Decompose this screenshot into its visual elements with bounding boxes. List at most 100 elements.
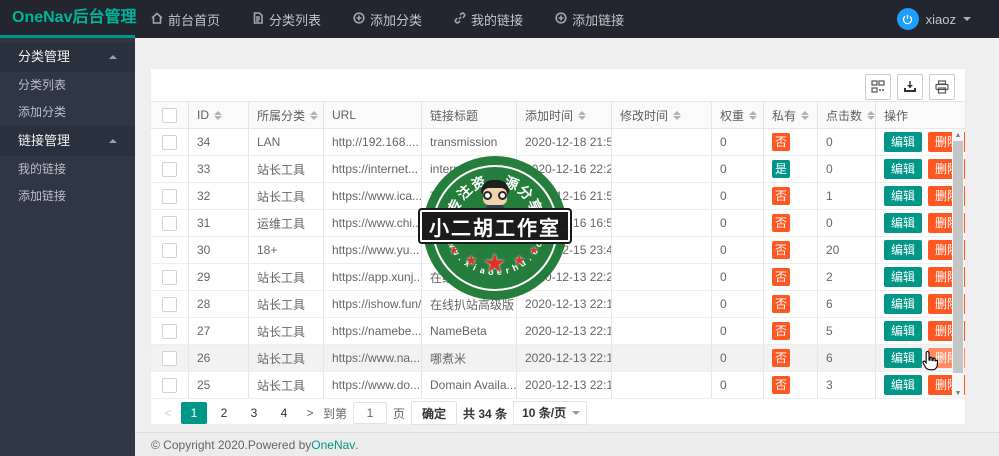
header-cell-所属分类[interactable]: 所属分类 [249, 102, 324, 128]
scroll-up-icon[interactable]: ▲ [952, 129, 964, 141]
page-button-4[interactable]: 4 [271, 402, 297, 424]
user-menu[interactable]: xiaoz [896, 8, 999, 30]
nav-item-label: 添加链接 [572, 12, 625, 28]
row-checkbox[interactable] [162, 269, 177, 285]
column-label: ID [197, 108, 209, 122]
row-checkbox[interactable] [162, 161, 177, 177]
sidebar-item-我的链接[interactable]: 我的链接 [0, 156, 135, 183]
header-cell-ID[interactable]: ID [189, 102, 249, 128]
edit-button[interactable]: 编辑 [884, 213, 923, 233]
edit-button[interactable]: 编辑 [884, 294, 923, 314]
sort-icon[interactable] [749, 110, 758, 120]
cell-category: LAN [249, 129, 324, 155]
select-all-checkbox[interactable] [162, 107, 177, 123]
edit-button[interactable]: 编辑 [884, 267, 923, 287]
nav-item-我的链接[interactable]: 我的链接 [438, 0, 539, 38]
header-cell-添加时间[interactable]: 添加时间 [517, 102, 612, 128]
footer-brand-link[interactable]: OneNav [311, 438, 355, 452]
sort-icon[interactable] [867, 110, 875, 120]
header-cell-权重[interactable]: 权重 [712, 102, 764, 128]
header-cell-修改时间[interactable]: 修改时间 [612, 102, 712, 128]
column-label: 链接标题 [430, 108, 479, 123]
edit-button[interactable]: 编辑 [884, 240, 923, 260]
sidebar-item-添加链接[interactable]: 添加链接 [0, 183, 135, 210]
sidebar-section-分类管理[interactable]: 分类管理 [0, 42, 135, 72]
top-navbar: OneNav后台管理 前台首页 分类列表 添加分类 我的链接 添加链接 xiaoz [0, 0, 999, 38]
chevron-down-icon [572, 411, 581, 419]
row-checkbox[interactable] [162, 377, 177, 393]
copyright-text: © Copyright 2020.Powered by [151, 437, 312, 452]
row-checkbox[interactable] [162, 188, 177, 204]
plus-circle-icon [353, 11, 365, 27]
row-checkbox[interactable] [162, 134, 177, 150]
cell-title: NameBeta [422, 318, 517, 344]
column-label: 添加时间 [525, 108, 574, 123]
sidebar-section-label: 链接管理 [18, 133, 71, 148]
table-scrollbar[interactable]: ▲ ▼ [952, 129, 964, 399]
cell-added: 2020-12-13 22:15 [517, 345, 612, 371]
edit-button[interactable]: 编辑 [884, 375, 923, 395]
column-label: 权重 [720, 108, 745, 123]
sidebar-item-添加分类[interactable]: 添加分类 [0, 99, 135, 126]
edit-button[interactable]: 编辑 [884, 321, 923, 341]
scroll-down-icon[interactable]: ▼ [952, 387, 964, 399]
page-button-3[interactable]: 3 [241, 402, 267, 424]
cell-title: transmission [422, 129, 517, 155]
page-size-select[interactable]: 10 条/页 [513, 401, 588, 425]
columns-filter-button[interactable] [865, 74, 891, 100]
column-label: 私有 [772, 108, 797, 123]
print-button[interactable] [929, 74, 955, 100]
sort-icon[interactable] [673, 110, 682, 120]
cell-weight: 0 [712, 318, 764, 344]
private-badge: 否 [772, 133, 790, 151]
cell-weight: 0 [712, 237, 764, 263]
column-label: 操作 [884, 108, 909, 123]
row-checkbox[interactable] [162, 242, 177, 258]
cell-clicks: 0 [818, 210, 876, 236]
goto-confirm-button[interactable]: 确定 [411, 401, 458, 425]
cell-modified [612, 372, 712, 398]
total-count-label: 共 34 条 [463, 406, 508, 421]
scrollbar-thumb[interactable] [953, 141, 963, 373]
sort-icon[interactable] [310, 110, 319, 120]
edit-button[interactable]: 编辑 [884, 132, 923, 152]
nav-item-添加分类[interactable]: 添加分类 [337, 0, 438, 38]
row-checkbox-cell [151, 129, 189, 155]
username[interactable]: xiaoz [926, 12, 956, 27]
row-checkbox[interactable] [162, 215, 177, 231]
goto-page-input[interactable] [353, 402, 388, 424]
power-icon[interactable] [896, 8, 919, 30]
page-prev-button[interactable]: < [161, 406, 175, 420]
row-checkbox[interactable] [162, 296, 177, 312]
cell-private: 否 [764, 210, 818, 236]
cell-modified [612, 264, 712, 290]
row-checkbox[interactable] [162, 323, 177, 339]
glasses-icon [483, 191, 507, 200]
export-button[interactable] [897, 74, 923, 100]
page-next-button[interactable]: > [303, 406, 317, 420]
cell-private: 否 [764, 129, 818, 155]
sort-icon[interactable] [578, 110, 587, 120]
nav-item-分类列表[interactable]: 分类列表 [236, 0, 337, 38]
header-cell-点击数[interactable]: 点击数 [818, 102, 876, 128]
column-label: 修改时间 [620, 108, 669, 123]
header-cell-私有[interactable]: 私有 [764, 102, 818, 128]
page-button-2[interactable]: 2 [211, 402, 237, 424]
sidebar-section-链接管理[interactable]: 链接管理 [0, 126, 135, 156]
cell-category: 站长工具 [249, 318, 324, 344]
row-checkbox[interactable] [162, 350, 177, 366]
sort-icon[interactable] [214, 110, 222, 120]
sidebar-item-分类列表[interactable]: 分类列表 [0, 72, 135, 99]
nav-item-添加链接[interactable]: 添加链接 [539, 0, 640, 38]
edit-button[interactable]: 编辑 [884, 159, 923, 179]
sort-icon[interactable] [801, 110, 810, 120]
nav-item-label: 前台首页 [168, 12, 221, 28]
nav-item-前台首页[interactable]: 前台首页 [135, 0, 236, 38]
edit-button[interactable]: 编辑 [884, 348, 923, 368]
row-checkbox-cell [151, 345, 189, 371]
cell-added: 2020-12-13 22:14 [517, 372, 612, 398]
cell-category: 站长工具 [249, 291, 324, 317]
page-button-1[interactable]: 1 [181, 402, 207, 424]
edit-button[interactable]: 编辑 [884, 186, 923, 206]
cell-weight: 0 [712, 345, 764, 371]
